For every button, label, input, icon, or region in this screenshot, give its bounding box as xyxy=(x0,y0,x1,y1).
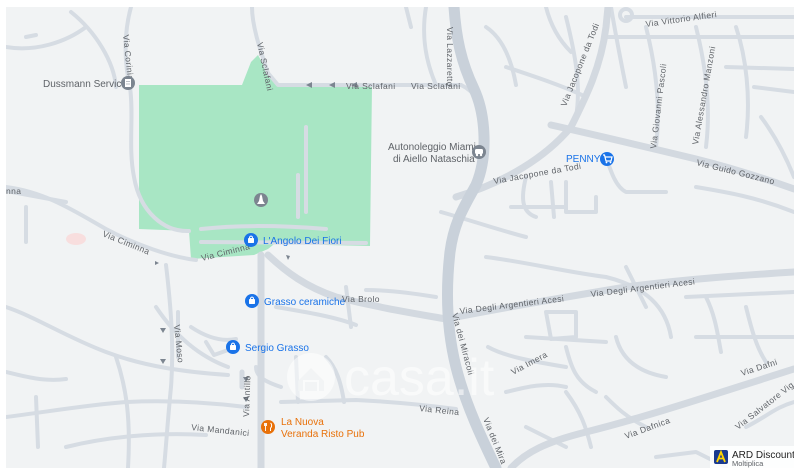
poi-autonoleggio-label-1: Autonoleggio Miami xyxy=(388,142,476,153)
poi-penny[interactable]: PENNY xyxy=(566,152,614,166)
street-label-via-antillo: Via Antillo xyxy=(241,375,252,417)
monument-icon xyxy=(254,193,268,207)
street-label-via-brolo: Via Brolo xyxy=(342,294,380,304)
map-canvas[interactable]: Via Corinia Via Sclafani Via Sclafani Vi… xyxy=(6,7,794,468)
poi-monument[interactable] xyxy=(254,193,268,207)
poi-grasso-ceramiche-label: Grasso ceramiche xyxy=(264,297,346,308)
poi-dussmann[interactable]: Dussmann Service xyxy=(43,76,135,90)
casa-it-watermark: casa.it xyxy=(287,349,495,407)
poi-autonoleggio-label-2: di Aiello Nataschia xyxy=(393,154,475,165)
poi-penny-label: PENNY xyxy=(566,154,601,165)
ard-logo-icon xyxy=(714,449,728,464)
pink-area xyxy=(66,233,86,245)
shopping-bag-icon xyxy=(244,233,258,247)
street-label-via-ciminna-edge: nna xyxy=(6,186,21,196)
building-icon xyxy=(121,76,135,90)
restaurant-icon xyxy=(261,420,275,434)
poi-autonoleggio[interactable]: Autonoleggio Miami di Aiello Nataschia xyxy=(388,142,486,165)
street-label-via-lazzaretto: Via Lazzaretto xyxy=(445,27,455,87)
poi-sergio-grasso-label: Sergio Grasso xyxy=(245,343,309,354)
car-rental-icon xyxy=(472,145,486,159)
poi-la-nuova-label-1: La Nuova xyxy=(281,417,324,428)
poi-la-nuova-label-2: Veranda Risto Pub xyxy=(281,429,365,440)
poi-dussmann-label: Dussmann Service xyxy=(43,79,127,90)
poi-angolo-fiori-label: L'Angolo Dei Fiori xyxy=(263,236,342,247)
ad-badge[interactable]: ARD Discount Moltiplica xyxy=(710,446,794,468)
street-label-via-sclafani-1: Via Sclafani xyxy=(346,81,396,91)
shopping-bag-icon xyxy=(245,294,259,308)
watermark-text: casa.it xyxy=(344,349,495,407)
shopping-bag-icon xyxy=(226,340,240,354)
ad-badge-subtitle: Moltiplica xyxy=(732,459,764,468)
house-logo-icon xyxy=(287,353,335,401)
map-frame[interactable]: Via Corinia Via Sclafani Via Sclafani Vi… xyxy=(6,7,794,468)
shopping-cart-icon xyxy=(600,152,614,166)
